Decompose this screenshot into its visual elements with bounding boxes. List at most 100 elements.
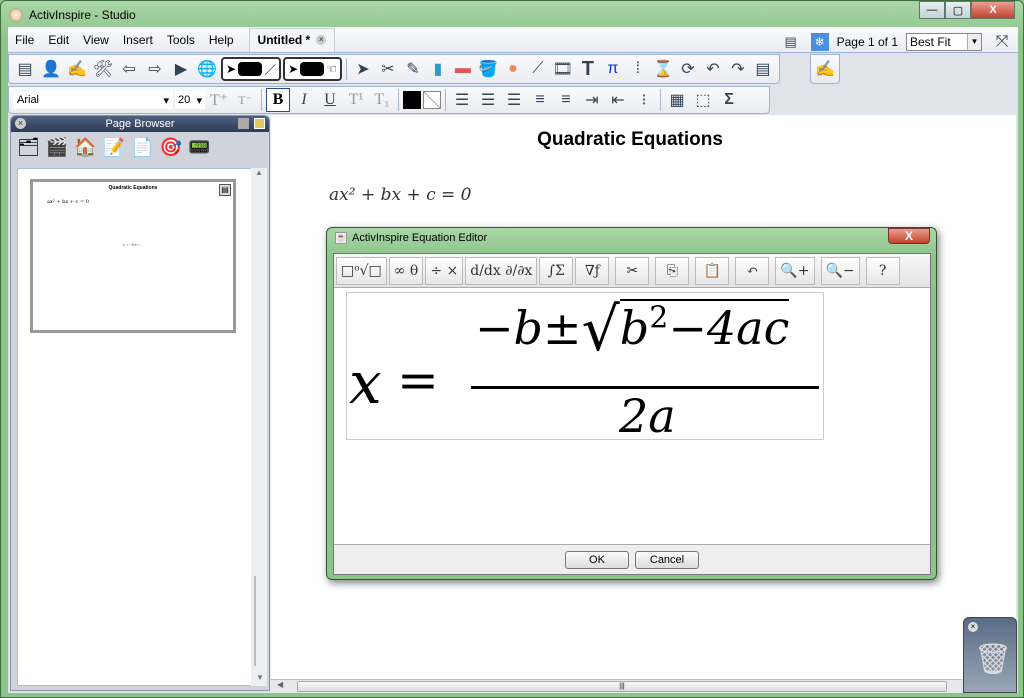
templates-button[interactable]: □ᵒ√□ (336, 256, 387, 285)
symbols-button[interactable]: ∞ θ (388, 256, 424, 285)
resource-library-tab-icon[interactable]: 🎬 (46, 137, 68, 158)
highlighter-icon[interactable]: ▮ (426, 57, 450, 81)
browser-icon[interactable]: 🌐 (195, 57, 219, 81)
cut-button[interactable]: ✂ (615, 256, 650, 285)
zoom-select[interactable]: Best Fit ▼ (906, 33, 982, 51)
italic-button[interactable]: I (292, 88, 316, 112)
align-center-icon[interactable]: ☰ (476, 88, 500, 112)
text-icon[interactable]: T (576, 57, 600, 81)
equation-button[interactable]: Σ (717, 88, 741, 112)
copy-button[interactable]: ⎘ (655, 256, 690, 285)
quadratic-equation-text[interactable]: ax² + bx + c = 0 (329, 185, 472, 205)
vector-button[interactable]: ∇ƒ (575, 256, 610, 285)
scroll-left-icon[interactable]: ◀ (277, 680, 283, 689)
connector-icon[interactable]: ⟋ (526, 57, 550, 81)
page-thumbnail[interactable]: Quadratic Equations ax² + bx + c = 0 x =… (30, 179, 236, 333)
font-select[interactable]: Arial ▾ (13, 91, 173, 109)
signature-icon[interactable]: ✍ (65, 57, 89, 81)
resource-icon[interactable]: 🎞 (551, 57, 575, 81)
pen-select-group[interactable]: ➤ ／ (221, 57, 282, 81)
pin-icon[interactable] (254, 118, 265, 129)
text-box-icon[interactable]: ⬚ (691, 88, 715, 112)
background-color-swatch[interactable] (423, 91, 441, 109)
scroll-up-icon[interactable]: ▲ (251, 168, 267, 177)
dialog-close-button[interactable]: X (888, 228, 930, 244)
page-list-scrollbar[interactable]: ▲ ▼ (251, 168, 267, 686)
actions-tab-icon[interactable]: 🎯 (160, 137, 182, 158)
minimize-button[interactable]: — (919, 1, 945, 19)
bold-button[interactable]: B (266, 88, 290, 112)
text-color-swatch[interactable] (403, 91, 421, 109)
select-icon[interactable]: ➤ (351, 57, 375, 81)
eraser-icon[interactable]: ▬ (451, 57, 475, 81)
redo-icon[interactable]: ↷ (726, 57, 750, 81)
maximize-button[interactable]: ▢ (945, 1, 971, 19)
font-size-select[interactable]: 20 ▾ (175, 91, 205, 109)
clear-icon[interactable]: ⌛ (651, 57, 675, 81)
undo-icon[interactable]: ↶ (701, 57, 725, 81)
close-icon[interactable]: × (968, 622, 978, 632)
tools-icon[interactable]: ✂ (376, 57, 400, 81)
paste-button[interactable]: 📋 (695, 256, 730, 285)
property-tab-icon[interactable]: 📄 (131, 137, 153, 158)
page-properties-icon[interactable]: ▤ (13, 57, 37, 81)
snowflake-icon[interactable]: ❄ (810, 33, 829, 51)
hand-select-group[interactable]: ➤ ☜ (283, 57, 342, 81)
next-page-icon[interactable]: ⇨ (143, 57, 167, 81)
page-browser-tab-icon[interactable]: 🗂 (17, 137, 40, 158)
page-notes-icon[interactable]: ▤ (779, 30, 803, 54)
scroll-down-icon[interactable]: ▼ (256, 673, 264, 682)
increase-font-icon[interactable]: T⁺ (207, 88, 231, 112)
menu-help[interactable]: Help (202, 33, 241, 47)
object-browser-tab-icon[interactable]: 🏠 (74, 137, 96, 158)
fill-icon[interactable]: 🪣 (476, 57, 500, 81)
bullet-list-icon[interactable]: ⁝ (632, 88, 656, 112)
subscript-button[interactable]: T₁ (370, 88, 394, 112)
menu-view[interactable]: View (76, 33, 116, 47)
thumbnail-size-slider[interactable] (254, 576, 264, 666)
desktop-tools-icon[interactable]: 🛠 (91, 57, 115, 81)
cancel-button[interactable]: Cancel (635, 550, 699, 569)
page-notes-icon[interactable]: ▤ (219, 184, 231, 196)
align-left-icon[interactable]: ☰ (450, 88, 474, 112)
integrals-button[interactable]: ∫Σ (539, 256, 574, 285)
dual-user-icon[interactable]: ✍ (813, 57, 837, 81)
close-tab-icon[interactable]: × (316, 35, 327, 45)
close-button[interactable]: X (971, 1, 1015, 19)
reset-icon[interactable]: ⟳ (676, 57, 700, 81)
dot-matrix-icon[interactable]: ⁞ (626, 57, 650, 81)
voting-tab-icon[interactable]: 📟 (188, 137, 210, 158)
underline-button[interactable]: U (318, 88, 342, 112)
help-button[interactable]: ? (865, 256, 900, 285)
table-icon[interactable]: ▦ (665, 88, 689, 112)
outdent-icon[interactable]: ⇤ (606, 88, 630, 112)
align-right-icon[interactable]: ☰ (502, 88, 526, 112)
menu-file[interactable]: File (8, 33, 41, 47)
menu-edit[interactable]: Edit (41, 33, 76, 47)
shape-icon[interactable]: ● (501, 57, 525, 81)
decrease-font-icon[interactable]: T⁻ (233, 88, 257, 112)
menu-tools[interactable]: Tools (160, 33, 202, 47)
tab-untitled[interactable]: Untitled * × (248, 27, 336, 52)
zoom-out-button[interactable]: 🔍− (820, 256, 860, 285)
menu-insert[interactable]: Insert (116, 33, 160, 47)
page-icon[interactable]: ▤ (751, 57, 775, 81)
paragraph-spacing-icon[interactable]: ≡ (554, 88, 578, 112)
panel-menu-icon[interactable] (238, 118, 249, 129)
previous-page-icon[interactable]: ⇦ (117, 57, 141, 81)
user-profile-icon[interactable]: 👤 (39, 57, 63, 81)
line-spacing-icon[interactable]: ≡ (528, 88, 552, 112)
fullscreen-icon[interactable]: ⤧ (990, 30, 1014, 54)
ok-button[interactable]: OK (565, 550, 629, 569)
trash-can[interactable]: × 🗑 (963, 617, 1017, 693)
close-panel-icon[interactable]: × (15, 118, 26, 129)
scroll-thumb[interactable]: ||| (297, 681, 947, 692)
notes-tab-icon[interactable]: 📝 (103, 137, 125, 158)
indent-icon[interactable]: ⇥ (580, 88, 604, 112)
zoom-in-button[interactable]: 🔍+ (775, 256, 815, 285)
operators-button[interactable]: ÷ × (425, 256, 464, 285)
equation-canvas[interactable]: x = −b±√b2−4ac 2a (346, 292, 824, 443)
pen-icon[interactable]: ✎ (401, 57, 425, 81)
undo-button[interactable]: ↶ (735, 256, 770, 285)
horizontal-scrollbar[interactable]: ◀ ||| (271, 679, 961, 693)
